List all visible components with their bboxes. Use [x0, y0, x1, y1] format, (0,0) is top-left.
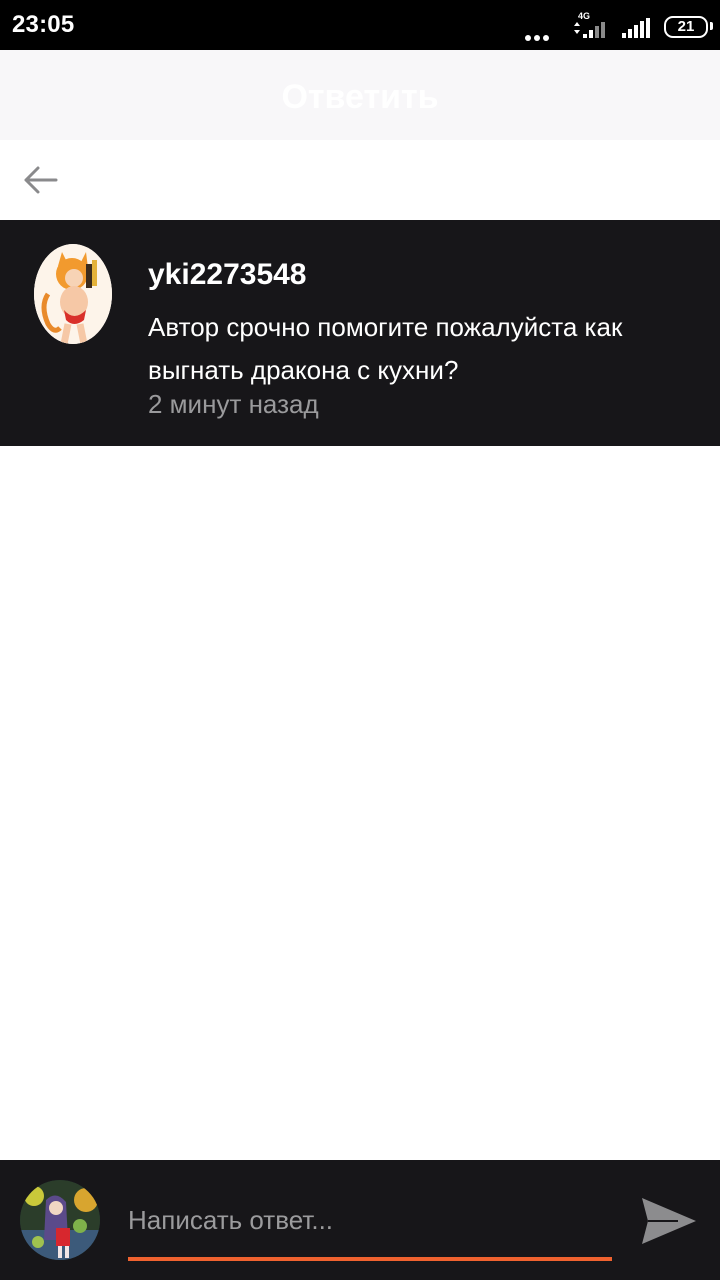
- status-bar: 23:05 4G 21: [0, 0, 720, 50]
- send-icon: [642, 1198, 696, 1244]
- nav-bar: [0, 140, 720, 220]
- reply-bar: [0, 1160, 720, 1280]
- comment-text: Автор срочно помогите пожалуйста как выг…: [148, 312, 623, 385]
- comment-timestamp: 2 минут назад: [148, 389, 319, 419]
- comment-card: yki2273548 Автор срочно помогите пожалуй…: [0, 220, 720, 446]
- signal-icon: [622, 18, 650, 38]
- send-button[interactable]: [638, 1190, 700, 1252]
- status-icons: 4G 21: [508, 11, 713, 41]
- reply-avatar: [20, 1180, 100, 1260]
- signal-4g-icon: [574, 22, 605, 38]
- user-avatar-image: [20, 1180, 100, 1260]
- reply-input-underline: [128, 1257, 612, 1261]
- reply-input[interactable]: [128, 1198, 612, 1242]
- battery-tip: [710, 22, 713, 30]
- arrow-left-icon: [24, 166, 58, 194]
- comment-username[interactable]: yki2273548: [148, 258, 307, 292]
- back-button[interactable]: [16, 158, 64, 202]
- avatar-image: [34, 244, 112, 344]
- battery-icon: 21: [664, 16, 708, 38]
- more-notifications-icon: [525, 28, 552, 46]
- status-time: 23:05: [12, 11, 75, 38]
- avatar[interactable]: [34, 244, 112, 344]
- page-title: Ответить: [0, 50, 720, 140]
